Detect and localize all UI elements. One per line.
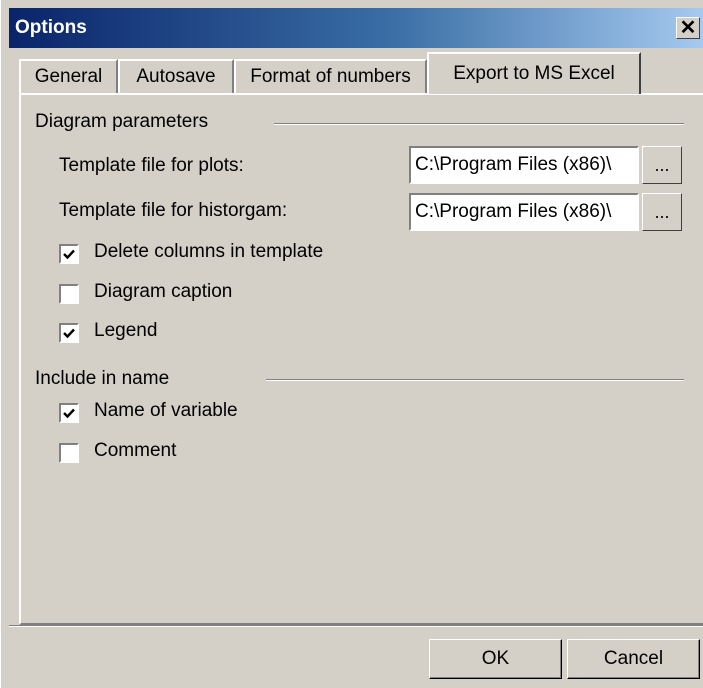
comment-checkbox[interactable] [59, 443, 79, 463]
include-in-name-divider [266, 379, 684, 381]
title-bar[interactable]: Options ✕ [9, 8, 703, 48]
checkmark-icon [63, 249, 75, 260]
histogram-browse-label: ... [654, 201, 670, 222]
tab-autosave[interactable]: Autosave [118, 59, 234, 93]
tab-general[interactable]: General [19, 59, 118, 93]
ok-button[interactable]: OK [429, 639, 562, 679]
ok-button-label: OK [481, 648, 510, 669]
cancel-button[interactable]: Cancel [567, 639, 700, 679]
diagram-parameters-heading: Diagram parameters [35, 111, 209, 132]
tab-autosave-label: Autosave [136, 66, 216, 87]
plots-browse-label: ... [654, 154, 670, 175]
plots-template-field[interactable] [409, 146, 639, 184]
close-button[interactable]: ✕ [676, 17, 700, 39]
plots-browse-button[interactable]: ... [642, 146, 682, 184]
tab-format-of-numbers-label: Format of numbers [250, 66, 411, 87]
plots-template-input[interactable] [411, 148, 637, 182]
tab-format-of-numbers[interactable]: Format of numbers [234, 59, 427, 93]
delete-columns-checkbox[interactable] [59, 244, 79, 264]
histogram-template-input[interactable] [411, 195, 637, 229]
histogram-template-label: Template file for historgam: [59, 200, 288, 221]
close-icon: ✕ [679, 17, 697, 39]
options-dialog: Options ✕ General Autosave Format of num… [0, 0, 703, 688]
checkmark-icon [63, 328, 75, 339]
name-of-variable-checkbox[interactable] [59, 403, 79, 423]
window-title: Options [15, 17, 87, 38]
delete-columns-label[interactable]: Delete columns in template [94, 241, 323, 263]
diagram-caption-label[interactable]: Diagram caption [94, 281, 232, 303]
cancel-button-label: Cancel [603, 648, 664, 669]
legend-label[interactable]: Legend [94, 320, 157, 342]
footer-divider [9, 625, 703, 627]
histogram-template-field[interactable] [409, 193, 639, 231]
diagram-parameters-divider [274, 123, 684, 125]
include-in-name-heading: Include in name [35, 368, 170, 389]
tab-export-to-ms-excel[interactable]: Export to MS Excel [427, 52, 641, 94]
comment-label[interactable]: Comment [94, 440, 176, 462]
tab-general-label: General [34, 66, 103, 87]
histogram-browse-button[interactable]: ... [642, 193, 682, 231]
tab-export-to-ms-excel-label: Export to MS Excel [453, 63, 615, 84]
checkmark-icon [63, 408, 75, 419]
diagram-caption-checkbox[interactable] [59, 284, 79, 304]
plots-template-label: Template file for plots: [59, 155, 244, 176]
legend-checkbox[interactable] [59, 323, 79, 343]
name-of-variable-label[interactable]: Name of variable [94, 400, 238, 422]
